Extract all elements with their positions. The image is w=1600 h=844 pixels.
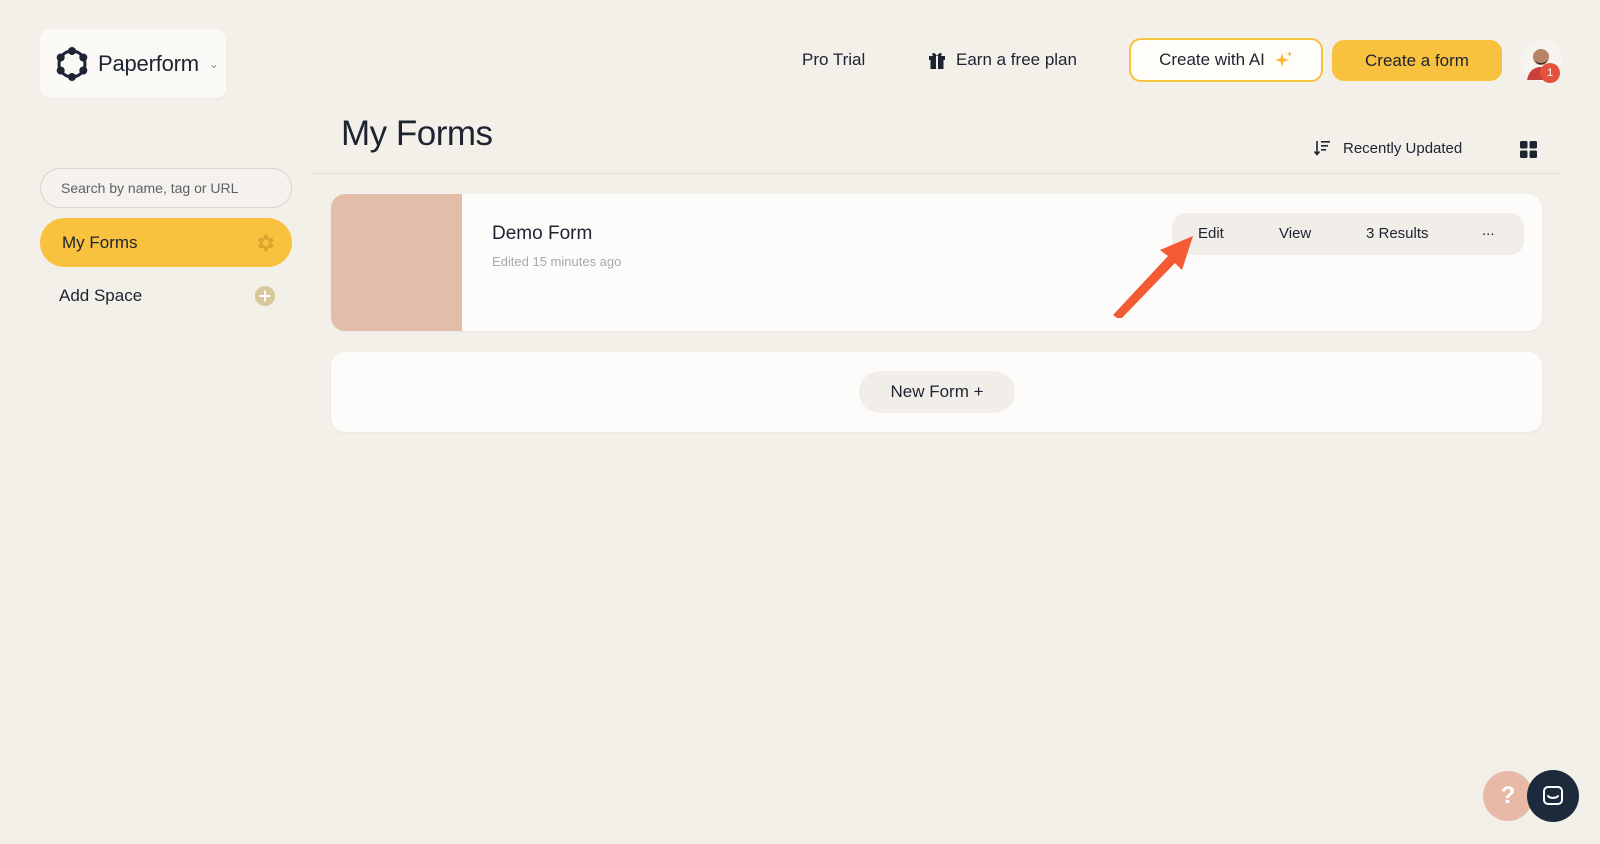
pro-trial-link[interactable]: Pro Trial: [802, 48, 865, 72]
form-name[interactable]: Demo Form: [492, 223, 592, 245]
create-form-button[interactable]: Create a form: [1332, 40, 1502, 81]
new-form-label: New Form +: [890, 382, 984, 401]
earn-free-plan-link[interactable]: Earn a free plan: [928, 48, 1077, 72]
sort-icon: [1313, 141, 1330, 156]
sidebar-item-label: My Forms: [62, 232, 138, 252]
grid-view-icon[interactable]: [1520, 141, 1537, 158]
gift-icon: [929, 52, 945, 69]
view-button[interactable]: View: [1279, 225, 1311, 242]
question-icon: ?: [1500, 782, 1516, 809]
sort-label: Recently Updated: [1343, 139, 1463, 157]
chat-icon: [1543, 786, 1563, 805]
header-divider: [311, 173, 1561, 174]
workspace-switcher[interactable]: Paperform ⌄: [40, 29, 226, 98]
edit-button[interactable]: Edit: [1198, 225, 1224, 242]
form-actions-bar: Edit View 3 Results ...: [1172, 213, 1524, 255]
create-form-label: Create a form: [1365, 50, 1469, 70]
gear-icon[interactable]: [254, 232, 276, 254]
sidebar-item-label: Add Space: [59, 286, 143, 305]
add-circle-icon[interactable]: [254, 285, 276, 307]
form-thumbnail[interactable]: [331, 194, 462, 331]
new-form-card: New Form +: [331, 352, 1542, 432]
page-title: My Forms: [341, 114, 493, 153]
results-button[interactable]: 3 Results: [1366, 225, 1429, 242]
sidebar-item-my-forms[interactable]: My Forms: [40, 218, 292, 267]
help-button[interactable]: ?: [1483, 771, 1533, 821]
chat-button[interactable]: [1527, 770, 1579, 822]
brand-name: Paperform: [98, 50, 199, 76]
earn-free-plan-label: Earn a free plan: [956, 50, 1077, 69]
paperform-logo-icon: [56, 46, 88, 81]
new-form-button[interactable]: New Form +: [859, 371, 1015, 413]
more-options-button[interactable]: ...: [1482, 222, 1495, 239]
notification-badge: 1: [1540, 63, 1560, 83]
form-card: Demo Form Edited 15 minutes ago Edit Vie…: [331, 194, 1542, 331]
sidebar-item-add-space[interactable]: Add Space: [40, 275, 292, 317]
chevron-down-icon: ⌄: [208, 56, 219, 71]
sparkle-icon: [1274, 51, 1293, 67]
search-input[interactable]: [40, 168, 292, 208]
create-with-ai-button[interactable]: Create with AI: [1129, 38, 1323, 82]
pro-trial-label: Pro Trial: [802, 50, 866, 69]
form-edited-time: Edited 15 minutes ago: [492, 254, 622, 269]
create-with-ai-label: Create with AI: [1159, 50, 1265, 69]
sort-dropdown[interactable]: Recently Updated: [1313, 136, 1462, 160]
